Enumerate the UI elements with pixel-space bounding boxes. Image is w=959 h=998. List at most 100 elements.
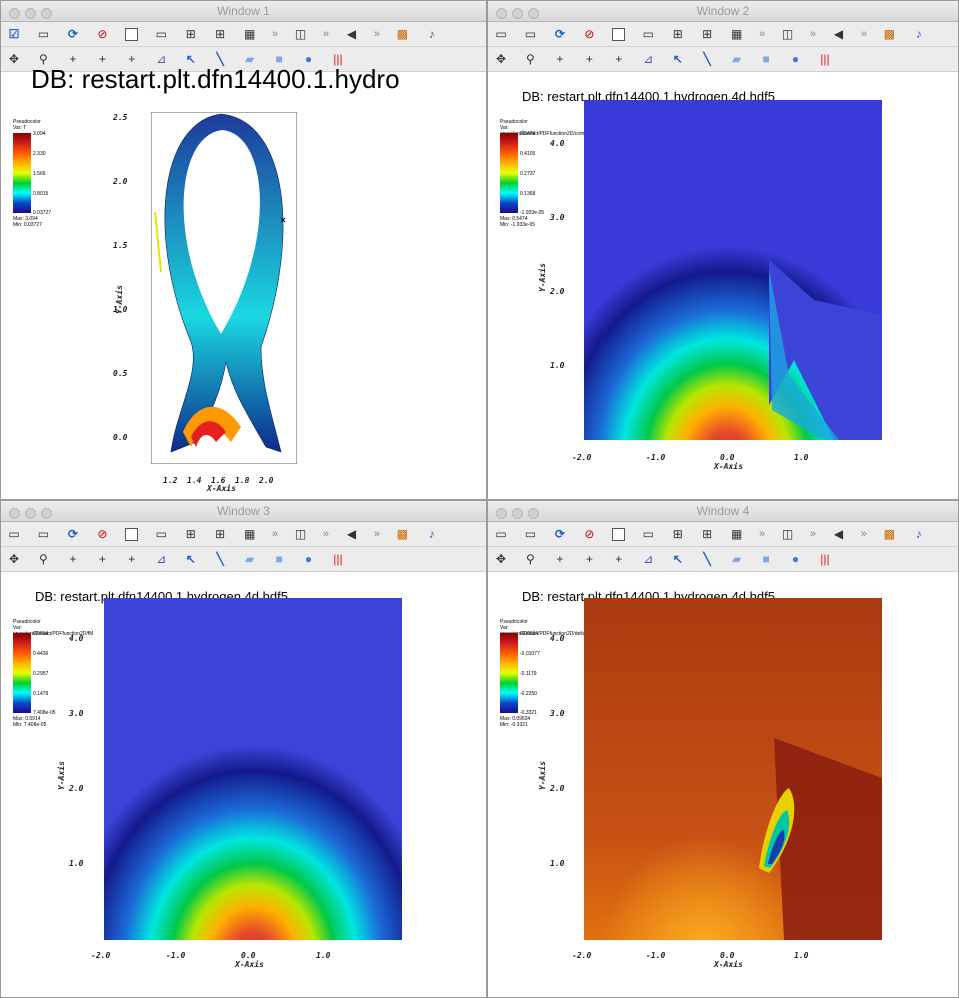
color-map-icon[interactable]: ▩ [392,25,412,43]
window-1-titlebar[interactable]: Window 1 [1,1,486,22]
layout-2x2-icon[interactable]: ⊞ [181,25,201,43]
overflow-icon[interactable]: » [269,25,281,43]
color-map-icon[interactable]: ▩ [879,525,899,543]
active-window-icon[interactable]: ▭ [491,525,511,543]
color-map-icon[interactable]: ▩ [879,25,899,43]
zone-pick-icon[interactable]: + [550,50,570,68]
active-window-icon[interactable]: ☑ [4,25,24,43]
layout-3x3-icon[interactable]: ▦ [240,25,260,43]
view-3d-icon[interactable]: ◫ [778,525,798,543]
axis-array-icon[interactable]: ||| [815,50,835,68]
spreadsheet-pick-icon[interactable]: + [609,550,629,568]
overflow-icon[interactable]: » [807,25,819,43]
tools-icon[interactable]: ♪ [909,525,929,543]
active-window-icon[interactable]: ▭ [491,25,511,43]
layout-2x2-icon[interactable]: ⊞ [181,525,201,543]
line-tool-icon[interactable]: ╲ [697,550,717,568]
layout-1x2-icon[interactable]: ▭ [151,525,171,543]
refresh-icon[interactable]: ⟳ [63,25,83,43]
zoom-icon[interactable]: ⚲ [520,550,540,568]
layout-1x1-icon[interactable] [124,528,138,541]
view-3d-icon[interactable]: ◫ [291,25,311,43]
clear-icon[interactable]: ⊘ [92,25,112,43]
spreadsheet-pick-icon[interactable]: + [122,550,142,568]
navigate-icon[interactable]: ✥ [4,50,24,68]
tools-icon[interactable]: ♪ [422,525,442,543]
window-3[interactable]: Window 3 ▭ ▭ ⟳ ⊘ ▭ ⊞ ⊞ ▦ » ◫ » ◀ » ▩ ♪ ✥… [0,500,487,998]
zone-pick-icon[interactable]: + [550,550,570,568]
spreadsheet-pick-icon[interactable]: + [609,50,629,68]
lineout-icon[interactable]: ⊿ [638,550,658,568]
view-3d-icon[interactable]: ◫ [291,525,311,543]
axis-array-icon[interactable]: ||| [328,550,348,568]
layout-3x3-icon[interactable]: ▦ [727,525,747,543]
refresh-icon[interactable]: ⟳ [550,25,570,43]
plane-tool-icon[interactable]: ▰ [727,50,747,68]
tools-icon[interactable]: ♪ [909,25,929,43]
new-window-icon[interactable]: ▭ [520,525,540,543]
plane-tool-icon[interactable]: ▰ [240,550,260,568]
navigate-icon[interactable]: ✥ [491,50,511,68]
overflow-icon[interactable]: » [320,525,332,543]
layout-1x2-icon[interactable]: ▭ [638,25,658,43]
tools-icon[interactable]: ♪ [422,25,442,43]
animation-icon[interactable]: ◀ [341,25,361,43]
zoom-icon[interactable]: ⚲ [33,550,53,568]
refresh-icon[interactable]: ⟳ [63,525,83,543]
layout-2x2-icon[interactable]: ⊞ [668,525,688,543]
vis-canvas-1[interactable]: DB: restart.plt.dfn14400.1.hydro Pseudoc… [1,64,486,499]
node-pick-icon[interactable]: + [92,550,112,568]
line-tool-icon[interactable]: ╲ [697,50,717,68]
layout-2x2-icon[interactable]: ⊞ [668,25,688,43]
layout-3x3-icon[interactable]: ▦ [240,525,260,543]
window-2-titlebar[interactable]: Window 2 [488,1,958,22]
window-4[interactable]: Window 4 ▭ ▭ ⟳ ⊘ ▭ ⊞ ⊞ ▦ » ◫ » ◀ » ▩ ♪ ✥… [487,500,959,998]
clear-icon[interactable]: ⊘ [92,525,112,543]
navigate-icon[interactable]: ✥ [491,550,511,568]
zone-pick-icon[interactable]: + [63,550,83,568]
lineout-icon[interactable]: ⊿ [151,550,171,568]
layout-2x3-icon[interactable]: ⊞ [210,525,230,543]
box-tool-icon[interactable]: ■ [269,550,289,568]
overflow-icon[interactable]: » [756,525,768,543]
layout-1x1-icon[interactable] [124,28,138,41]
layout-2x3-icon[interactable]: ⊞ [697,25,717,43]
layout-2x3-icon[interactable]: ⊞ [210,25,230,43]
layout-1x2-icon[interactable]: ▭ [638,525,658,543]
point-tool-icon[interactable]: ↖ [668,50,688,68]
layout-3x3-icon[interactable]: ▦ [727,25,747,43]
box-tool-icon[interactable]: ■ [756,550,776,568]
clear-icon[interactable]: ⊘ [579,25,599,43]
new-window-icon[interactable]: ▭ [33,25,53,43]
box-tool-icon[interactable]: ■ [756,50,776,68]
window-3-titlebar[interactable]: Window 3 [1,501,486,522]
window-4-titlebar[interactable]: Window 4 [488,501,958,522]
overflow-icon[interactable]: » [269,525,281,543]
overflow-icon[interactable]: » [858,525,870,543]
overflow-icon[interactable]: » [756,25,768,43]
overflow-icon[interactable]: » [371,525,383,543]
active-window-icon[interactable]: ▭ [4,525,24,543]
view-3d-icon[interactable]: ◫ [778,25,798,43]
new-window-icon[interactable]: ▭ [33,525,53,543]
point-tool-icon[interactable]: ↖ [668,550,688,568]
animation-icon[interactable]: ◀ [828,525,848,543]
vis-canvas-3[interactable]: DB: restart.plt.dfn14400.1.hydrogen.4d.h… [1,572,486,997]
axis-array-icon[interactable]: ||| [815,550,835,568]
layout-1x1-icon[interactable] [611,528,625,541]
overflow-icon[interactable]: » [807,525,819,543]
clear-icon[interactable]: ⊘ [579,525,599,543]
vis-canvas-4[interactable]: DB: restart.plt.dfn14400.1.hydrogen.4d.h… [488,572,958,997]
vis-canvas-2[interactable]: DB: restart.plt.dfn14400.1.hydrogen.4d.h… [488,72,958,499]
layout-2x3-icon[interactable]: ⊞ [697,525,717,543]
refresh-icon[interactable]: ⟳ [550,525,570,543]
new-window-icon[interactable]: ▭ [520,25,540,43]
sphere-tool-icon[interactable]: ● [786,50,806,68]
animation-icon[interactable]: ◀ [341,525,361,543]
window-1[interactable]: Window 1 ☑ ▭ ⟳ ⊘ ▭ ⊞ ⊞ ▦ » ◫ » ◀ » ▩ ♪ ✥… [0,0,487,500]
animation-icon[interactable]: ◀ [828,25,848,43]
node-pick-icon[interactable]: + [579,550,599,568]
node-pick-icon[interactable]: + [579,50,599,68]
overflow-icon[interactable]: » [320,25,332,43]
layout-1x1-icon[interactable] [611,28,625,41]
